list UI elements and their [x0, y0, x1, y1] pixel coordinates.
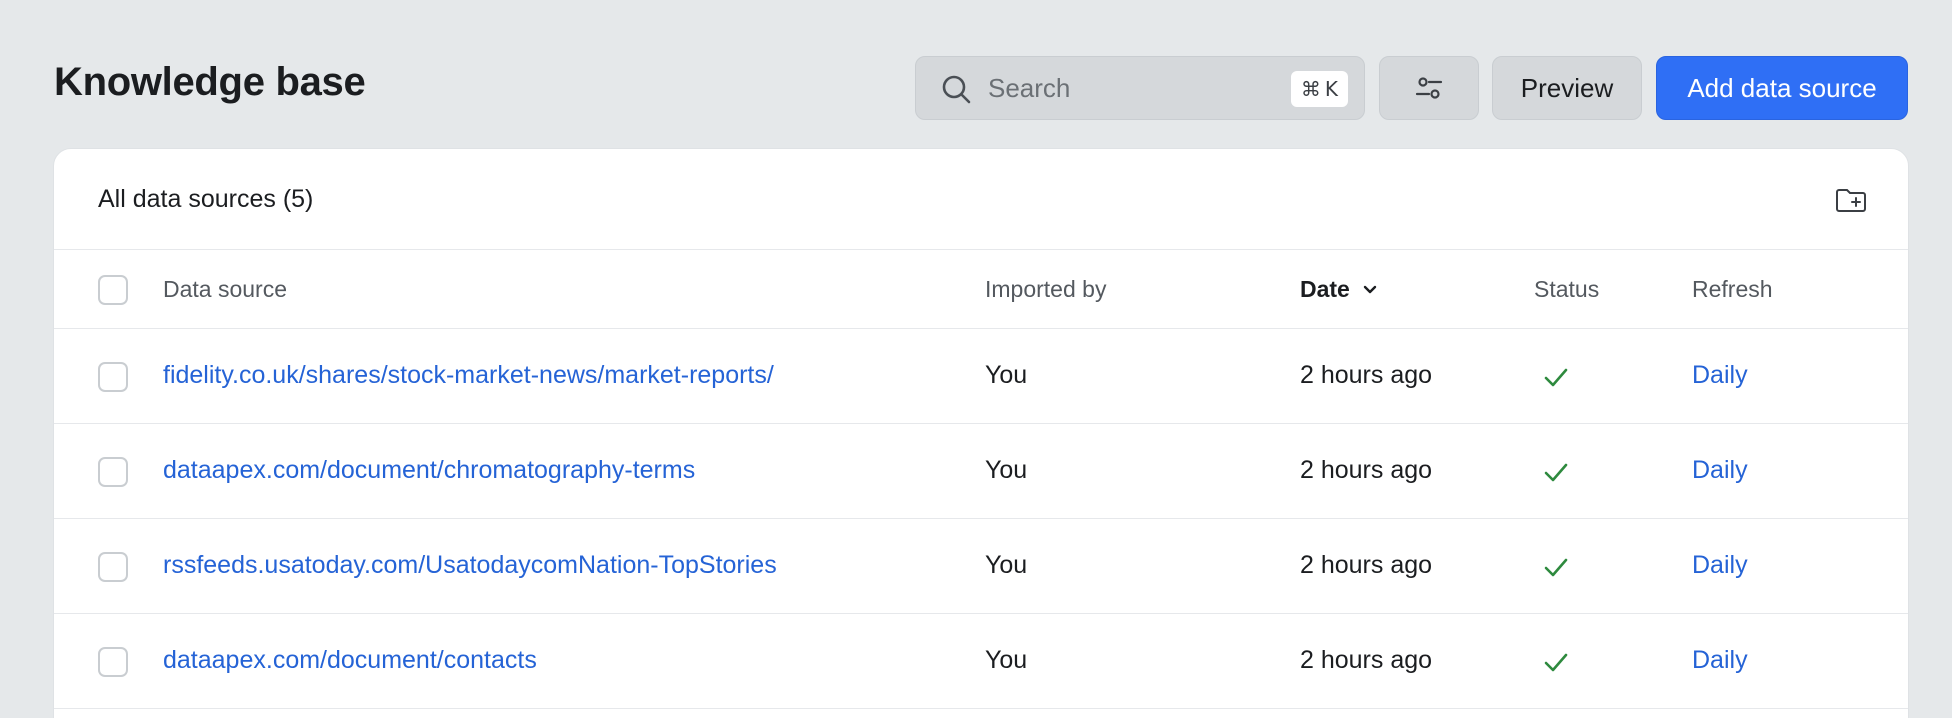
add-data-source-button[interactable]: Add data source	[1656, 56, 1908, 120]
data-sources-card: All data sources (5) Data source Importe…	[53, 148, 1909, 718]
chevron-down-icon	[1363, 285, 1377, 293]
row-checkbox[interactable]	[98, 552, 128, 582]
refresh-link[interactable]: Daily	[1692, 456, 1748, 485]
table-row: dataapex.com/document/chromatography-ter…	[54, 424, 1908, 519]
check-icon	[1544, 558, 1568, 577]
data-source-link[interactable]: fidelity.co.uk/shares/stock-market-news/…	[163, 361, 774, 390]
column-header-status[interactable]: Status	[1534, 276, 1599, 303]
refresh-link[interactable]: Daily	[1692, 361, 1748, 390]
imported-by: You	[985, 361, 1028, 389]
data-source-link[interactable]: dataapex.com/document/contacts	[163, 646, 537, 675]
column-header-date-label: Date	[1300, 276, 1350, 302]
date-cell: 2 hours ago	[1300, 551, 1433, 579]
check-icon	[1544, 463, 1568, 482]
shortcut-key: K	[1324, 77, 1338, 101]
date-cell: 2 hours ago	[1300, 646, 1433, 674]
table-row: fidelity.co.uk/shares/stock-market-news/…	[54, 329, 1908, 424]
date-cell: 2 hours ago	[1300, 361, 1433, 389]
search-icon	[942, 75, 971, 104]
page-header: Knowledge base ⌘ K Preview Add data sour…	[0, 0, 1952, 150]
sliders-icon	[1415, 77, 1443, 99]
card-title: All data sources (5)	[98, 185, 314, 213]
command-key-icon: ⌘	[1300, 77, 1321, 101]
data-source-link[interactable]: rssfeeds.usatoday.com/UsatodaycomNation-…	[163, 551, 777, 580]
refresh-link[interactable]: Daily	[1692, 646, 1748, 675]
check-icon	[1544, 368, 1568, 387]
row-checkbox[interactable]	[98, 362, 128, 392]
select-all-checkbox[interactable]	[98, 275, 128, 305]
table-row: rssfeeds.usatoday.com/UsatodaycomNation-…	[54, 519, 1908, 614]
preview-button[interactable]: Preview	[1492, 56, 1642, 120]
filter-button[interactable]	[1379, 56, 1479, 120]
imported-by: You	[985, 646, 1028, 674]
row-checkbox[interactable]	[98, 647, 128, 677]
imported-by: You	[985, 456, 1028, 484]
shortcut-hint: ⌘ K	[1290, 71, 1348, 107]
data-source-link[interactable]: dataapex.com/document/chromatography-ter…	[163, 456, 695, 485]
row-checkbox[interactable]	[98, 457, 128, 487]
search-box[interactable]: ⌘ K	[915, 56, 1365, 120]
table-row: dataapex.com/document/contacts You 2 hou…	[54, 614, 1908, 709]
check-icon	[1544, 653, 1568, 672]
table-header-row: Data source Imported by Date Status Refr…	[54, 250, 1908, 329]
column-header-imported-by[interactable]: Imported by	[985, 276, 1106, 303]
imported-by: You	[985, 551, 1028, 579]
date-cell: 2 hours ago	[1300, 456, 1433, 484]
card-header: All data sources (5)	[54, 149, 1908, 250]
page-title: Knowledge base	[54, 60, 366, 104]
search-input[interactable]	[988, 57, 1268, 119]
column-header-refresh[interactable]: Refresh	[1692, 276, 1773, 303]
refresh-link[interactable]: Daily	[1692, 551, 1748, 580]
folder-add-icon[interactable]	[1834, 183, 1868, 217]
column-header-date[interactable]: Date	[1300, 276, 1378, 303]
column-header-data-source[interactable]: Data source	[163, 276, 287, 303]
